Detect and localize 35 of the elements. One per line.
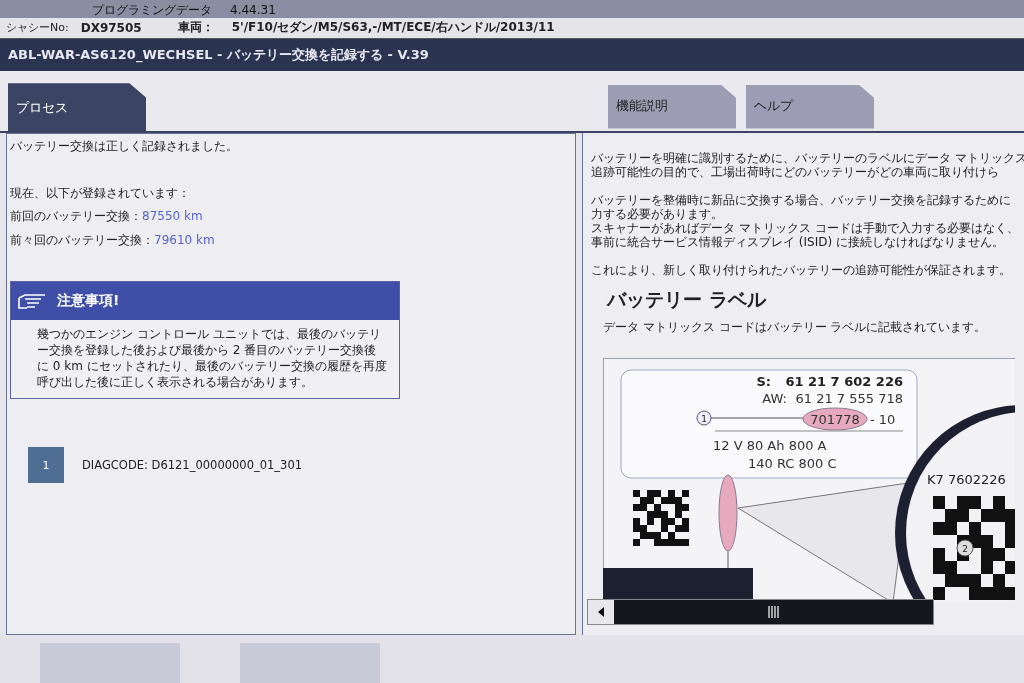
caption: データ マトリックス コードはバッテリー ラベルに記載されています。 xyxy=(603,319,988,337)
bottom-button[interactable] xyxy=(40,643,180,683)
window-title: ABL-WAR-AS6120_WECHSEL - バッテリー交換を記録する - V.39 xyxy=(8,45,429,64)
program-data-version: 4.44.31 xyxy=(230,2,276,18)
entry-label: 前回のバッテリー交換： xyxy=(10,209,142,224)
help-text-line: これにより、新しく取り付けられたバッテリーの追跡可能性が保証されます。 xyxy=(591,263,1012,278)
status-message: バッテリー交換は正しく記録されました。 xyxy=(10,138,239,156)
section-heading: バッテリー ラベル xyxy=(607,287,767,313)
help-text-line: スキャナーがあればデータ マトリックス コードは手動で入力する必要はなく、 xyxy=(591,221,1020,236)
notice-text: 幾つかのエンジン コントロール ユニットでは、最後のバッテリー交換を登録した後および最後から 2 番目のバッテリー交換後に 0 km にセットされたり、最後のバッテリー交換の履歴を再度呼び出した後に正しく表示される場合があります。 xyxy=(36,326,388,392)
battery-label-drawing: S: 61 21 7 602 226 AW: 61 21 7 555 718 1 701778 - 10 12 V 80 Ah 800 A 140 RC 800 C K7 7602226 2 xyxy=(603,358,1015,604)
grip-icon xyxy=(766,606,781,618)
help-text-line: 力する必要があります。 xyxy=(591,207,724,222)
scroll-left-icon[interactable] xyxy=(596,606,606,618)
vehicle-label: 車両： xyxy=(177,19,214,37)
entry-value: 79610 km xyxy=(154,233,215,248)
notice-title: 注意事項! xyxy=(57,292,120,311)
bottom-button[interactable] xyxy=(240,643,380,683)
horizontal-scrollbar[interactable] xyxy=(587,599,934,625)
process-tab[interactable]: プロセス xyxy=(8,83,146,132)
panel-tab[interactable]: 機能説明 xyxy=(608,84,736,129)
program-data-label: プログラミングデータ xyxy=(92,2,212,18)
help-text-line: バッテリーを整備時に新品に交換する場合、バッテリー交換を記録するために xyxy=(591,193,1012,208)
chassis-label: シャシーNo: xyxy=(6,20,69,36)
panel-tab[interactable]: ヘルプ xyxy=(746,84,874,129)
help-text-line: 追跡可能性の目的で、工場出荷時にどのバッテリーがどの車両に取り付けら xyxy=(591,165,1000,180)
entry-label: 前々回のバッテリー交換： xyxy=(10,233,154,248)
registered-heading: 現在、以下が登録されています： xyxy=(10,185,191,203)
help-text-line: 事前に統合サービス情報ディスプレイ (ISID) に接続しなければなりません。 xyxy=(591,235,1005,250)
scroll-thumb[interactable] xyxy=(614,600,933,624)
entry-value: 87550 km xyxy=(142,209,203,224)
chassis-number: DX97505 xyxy=(80,20,142,35)
step-text: DIAGCODE: D6121_00000000_01_301 xyxy=(82,458,303,473)
vehicle-info: 5'/F10/セダン/M5/S63,-/MT/ECE/右ハンドル/2013/11 xyxy=(231,19,555,37)
step-number: 1 xyxy=(28,447,64,484)
